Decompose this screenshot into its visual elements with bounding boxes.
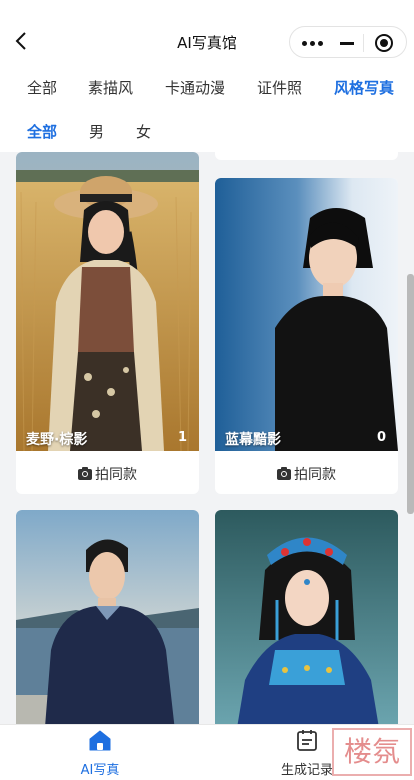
gender-female[interactable]: 女 bbox=[136, 121, 151, 142]
tab-cartoon[interactable]: 卡通动漫 bbox=[165, 77, 225, 98]
tab-id-photo[interactable]: 证件照 bbox=[257, 77, 302, 98]
tab-ai-portrait-label: AI写真 bbox=[80, 763, 120, 778]
use-count: 0 bbox=[376, 430, 386, 445]
portrait-image bbox=[215, 510, 398, 724]
try-same-label: 拍同款 bbox=[95, 467, 137, 483]
minimize-icon[interactable] bbox=[340, 42, 354, 45]
home-icon bbox=[89, 730, 111, 751]
gender-male[interactable]: 男 bbox=[89, 121, 104, 142]
try-same-button[interactable]: 拍同款 bbox=[16, 451, 199, 493]
camera-icon bbox=[277, 467, 291, 480]
mini-program-capsule bbox=[289, 26, 407, 58]
tab-sketch[interactable]: 素描风 bbox=[88, 77, 133, 98]
template-name: 蓝幕黯影 bbox=[225, 432, 281, 448]
portrait-image bbox=[16, 510, 199, 724]
try-same-label: 拍同款 bbox=[294, 467, 336, 483]
gender-all[interactable]: 全部 bbox=[27, 121, 57, 142]
use-count: 1 bbox=[177, 430, 187, 445]
template-card[interactable] bbox=[16, 510, 199, 724]
watermark-logo: 楼氛 bbox=[332, 728, 412, 776]
template-card[interactable] bbox=[215, 510, 398, 724]
portrait-image bbox=[215, 178, 398, 451]
more-dots-icon[interactable] bbox=[302, 35, 326, 49]
try-same-button[interactable]: 拍同款 bbox=[215, 451, 398, 493]
tab-style-portrait[interactable]: 风格写真 bbox=[334, 77, 394, 98]
category-tabs: 全部 素描风 卡通动漫 证件照 风格写真 bbox=[0, 64, 414, 108]
gender-filter: 全部 男 女 bbox=[0, 108, 414, 152]
card-partial bbox=[215, 152, 398, 160]
scrollbar-thumb[interactable] bbox=[407, 274, 414, 514]
close-target-icon[interactable] bbox=[375, 34, 393, 52]
template-grid: 麦野·棕影 1 拍同款 蓝幕黯影 0 拍同款 bbox=[0, 152, 414, 724]
capsule-divider bbox=[363, 34, 364, 52]
record-icon bbox=[297, 730, 317, 751]
tab-all[interactable]: 全部 bbox=[27, 77, 57, 98]
top-bar: AI写真馆 bbox=[0, 0, 414, 64]
template-card[interactable]: 蓝幕黯影 0 拍同款 bbox=[215, 178, 398, 494]
camera-icon bbox=[78, 467, 92, 480]
template-card[interactable]: 麦野·棕影 1 拍同款 bbox=[16, 152, 199, 494]
portrait-image bbox=[16, 152, 199, 451]
tab-ai-portrait[interactable]: AI写真 bbox=[50, 729, 150, 778]
template-name: 麦野·棕影 bbox=[26, 432, 88, 448]
